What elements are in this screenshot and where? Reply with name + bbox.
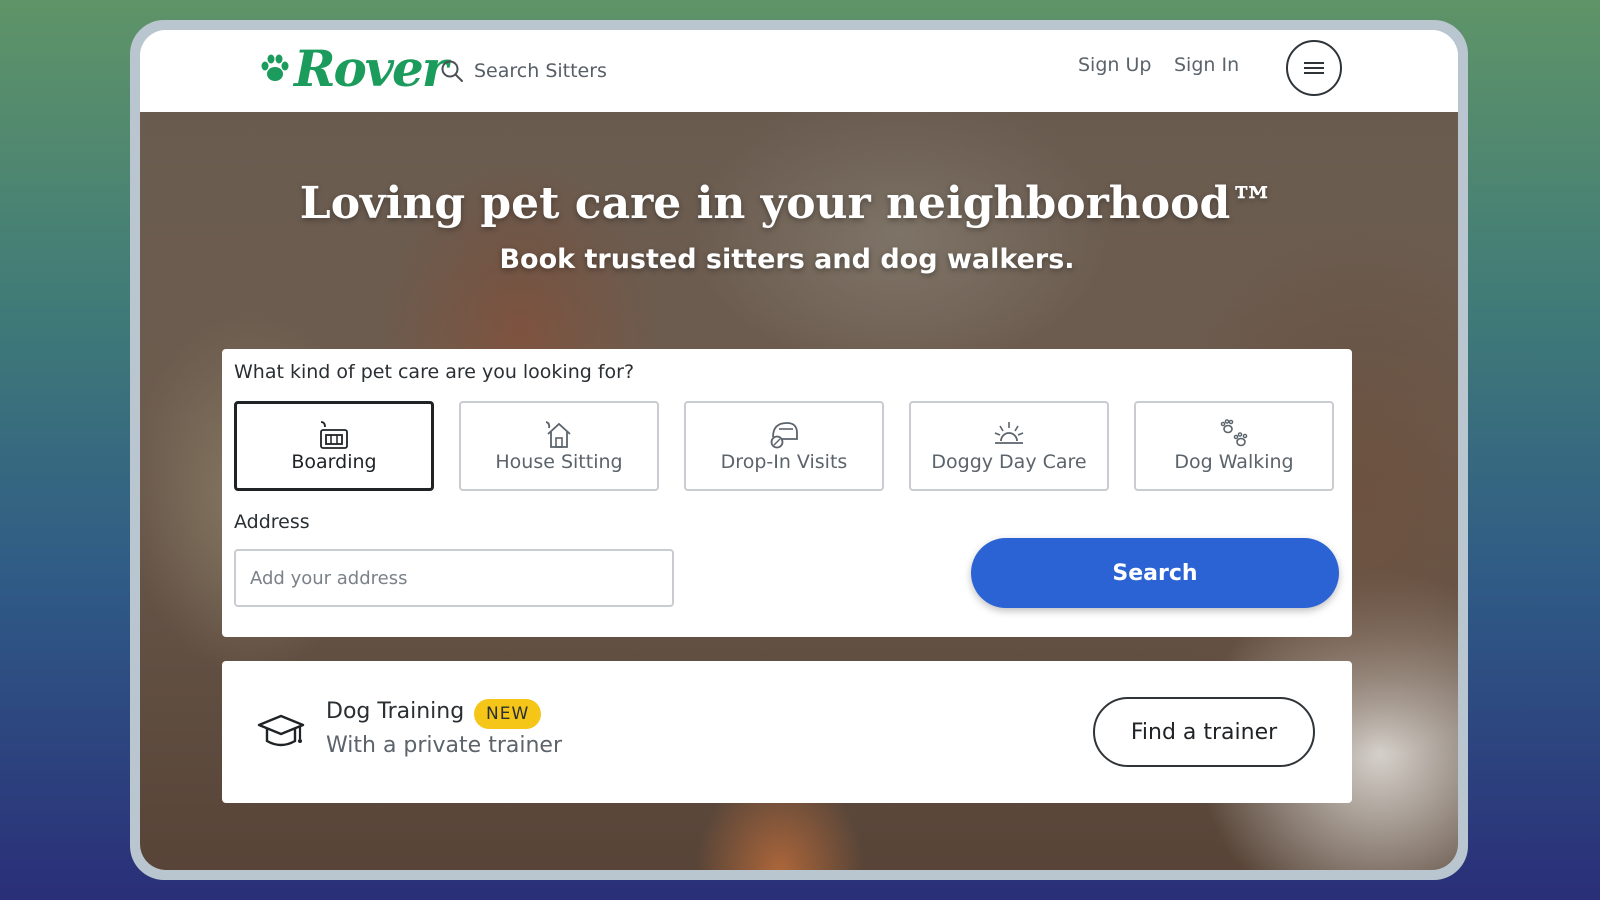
service-drop-in-visits[interactable]: Drop-In Visits	[684, 401, 884, 491]
service-house-sitting[interactable]: House Sitting	[459, 401, 659, 491]
service-dog-walking[interactable]: Dog Walking	[1134, 401, 1334, 491]
sun-icon	[994, 422, 1024, 444]
menu-button[interactable]	[1286, 40, 1342, 96]
sign-in-link[interactable]: Sign In	[1174, 54, 1239, 76]
boarding-icon	[320, 421, 348, 449]
service-question: What kind of pet care are you looking fo…	[234, 361, 635, 383]
hero-section: Loving pet care in your neighborhood™ Bo…	[140, 112, 1458, 870]
new-badge: NEW	[474, 699, 542, 729]
service-doggy-day-care[interactable]: Doggy Day Care	[909, 401, 1109, 491]
graduation-cap-icon	[257, 714, 305, 747]
search-button[interactable]: Search	[971, 538, 1339, 608]
pet-bowl-icon	[770, 422, 798, 449]
service-boarding[interactable]: Boarding	[234, 401, 434, 491]
dog-training-subtitle: With a private trainer	[326, 733, 562, 758]
address-label: Address	[234, 511, 310, 533]
hero-title: Loving pet care in your neighborhood™	[299, 178, 1275, 229]
paw-logo-icon	[261, 54, 289, 81]
logo-text: Rover	[294, 39, 448, 98]
service-doggy-day-care-label: Doggy Day Care	[931, 451, 1087, 473]
paw-prints-icon	[1220, 419, 1248, 447]
search-icon	[441, 60, 463, 82]
dog-training-title: Dog Training	[326, 699, 465, 724]
dog-training-card: Dog Training NEW With a private trainer …	[222, 661, 1352, 803]
address-input[interactable]	[234, 549, 674, 607]
service-house-sitting-label: House Sitting	[495, 451, 623, 473]
search-sitters-link[interactable]: Search Sitters	[440, 52, 607, 90]
service-dog-walking-label: Dog Walking	[1174, 451, 1294, 473]
find-trainer-button[interactable]: Find a trainer	[1093, 697, 1315, 767]
hero-subtitle: Book trusted sitters and dog walkers.	[499, 244, 1075, 275]
hamburger-icon	[1304, 62, 1324, 74]
search-sitters-label: Search Sitters	[474, 60, 607, 82]
browser-window: Rover Search Sitters Sign Up Sign In Lov…	[140, 30, 1458, 870]
top-navbar: Rover Search Sitters Sign Up Sign In	[140, 30, 1458, 112]
rover-logo[interactable]: Rover	[258, 36, 448, 102]
house-icon	[545, 421, 571, 448]
sign-up-link[interactable]: Sign Up	[1078, 54, 1151, 76]
service-drop-in-visits-label: Drop-In Visits	[720, 451, 848, 473]
search-card: What kind of pet care are you looking fo…	[222, 349, 1352, 637]
service-boarding-label: Boarding	[291, 451, 377, 473]
